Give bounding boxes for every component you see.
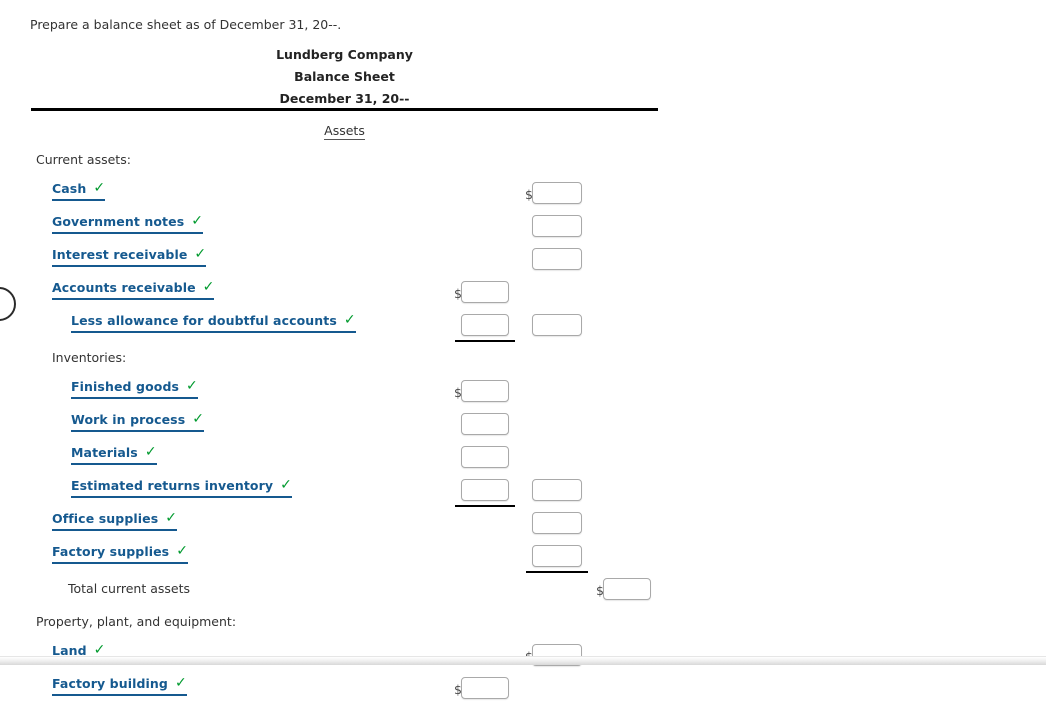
account-name-link[interactable]: Estimated returns inventory ✓ — [71, 478, 292, 498]
amount-input[interactable] — [532, 512, 582, 534]
account-name-link[interactable]: Interest receivable ✓ — [52, 245, 207, 267]
balance-sheet-row: Factory building ✓ $ — [0, 674, 1046, 707]
check-icon: ✓ — [192, 410, 204, 427]
subtotal-rule — [455, 340, 515, 342]
check-icon: ✓ — [93, 641, 106, 658]
check-icon: ✓ — [144, 443, 157, 460]
amount-input[interactable] — [603, 578, 651, 600]
amount-input[interactable] — [461, 314, 509, 336]
account-name-label: Factory supplies — [52, 544, 170, 559]
balance-sheet-row: Less allowance for doubtful accounts ✓ — [0, 311, 1046, 344]
account-name-label: Materials — [71, 445, 138, 460]
account-name-label: Less allowance for doubtful accounts — [71, 313, 337, 328]
amount-input[interactable] — [461, 446, 509, 468]
amount-input[interactable] — [532, 545, 582, 567]
account-name-label: Interest receivable — [52, 247, 188, 262]
balance-sheet-body: Current assets: Cash ✓ $ Government notes ✓ In… — [0, 0, 1046, 699]
check-icon: ✓ — [174, 674, 187, 691]
account-name-label: Work in process — [71, 412, 186, 427]
check-icon: ✓ — [176, 542, 188, 559]
check-icon: ✓ — [280, 476, 292, 493]
section-label: Total current assets — [68, 581, 191, 596]
account-name-label: Finished goods — [71, 379, 180, 394]
balance-sheet-row: Total current assets $ — [0, 575, 1046, 608]
account-name-link[interactable]: Factory supplies ✓ — [52, 544, 188, 564]
balance-sheet-row: Accounts receivable ✓ $ — [0, 278, 1046, 311]
check-icon: ✓ — [194, 245, 207, 262]
amount-input[interactable] — [461, 479, 509, 501]
amount-input[interactable] — [532, 248, 582, 270]
check-icon: ✓ — [343, 311, 356, 328]
balance-sheet-row: Estimated returns inventory ✓ — [0, 476, 1046, 509]
section-label: Current assets: — [36, 152, 131, 167]
account-name-link[interactable]: Finished goods ✓ — [71, 379, 198, 399]
check-icon: ✓ — [202, 278, 215, 295]
account-name-link[interactable]: Office supplies ✓ — [52, 511, 177, 531]
account-name-link[interactable]: Work in process ✓ — [71, 412, 204, 432]
account-name-label: Government notes — [52, 214, 185, 229]
amount-input[interactable] — [532, 215, 582, 237]
amount-input[interactable] — [461, 380, 509, 402]
balance-sheet-row: Government notes ✓ — [0, 212, 1046, 245]
account-name-link[interactable]: Factory building ✓ — [52, 676, 187, 696]
section-label: Inventories: — [52, 350, 127, 365]
amount-input[interactable] — [461, 413, 509, 435]
amount-input[interactable] — [461, 281, 509, 303]
account-name-link[interactable]: Materials ✓ — [71, 445, 157, 465]
subtotal-rule — [526, 571, 588, 573]
amount-input[interactable] — [532, 314, 582, 336]
balance-sheet-row: Factory supplies ✓ — [0, 542, 1046, 575]
amount-input[interactable] — [532, 182, 582, 204]
account-name-label: Factory building — [52, 676, 168, 691]
account-name-link[interactable]: Less allowance for doubtful accounts ✓ — [71, 313, 356, 333]
check-icon: ✓ — [165, 509, 177, 526]
balance-sheet-row: Finished goods ✓ $ — [0, 377, 1046, 410]
balance-sheet-row: Inventories: — [0, 344, 1046, 377]
balance-sheet-row: Work in process ✓ — [0, 410, 1046, 443]
account-name-label: Cash — [52, 181, 87, 196]
subtotal-rule — [455, 505, 515, 507]
amount-input[interactable] — [461, 677, 509, 699]
balance-sheet-row: Office supplies ✓ — [0, 509, 1046, 542]
section-label: Property, plant, and equipment: — [36, 614, 237, 629]
balance-sheet-row: Cash ✓ $ — [0, 179, 1046, 212]
check-icon: ✓ — [191, 212, 203, 229]
balance-sheet-row: Materials ✓ — [0, 443, 1046, 476]
account-name-label: Office supplies — [52, 511, 159, 526]
balance-sheet-row: Interest receivable ✓ — [0, 245, 1046, 278]
account-name-label: Accounts receivable — [52, 280, 196, 295]
account-name-link[interactable]: Cash ✓ — [52, 179, 106, 201]
account-name-link[interactable]: Government notes ✓ — [52, 214, 203, 234]
account-name-label: Estimated returns inventory — [71, 478, 274, 493]
balance-sheet-row: Property, plant, and equipment: — [0, 608, 1046, 641]
check-icon: ✓ — [186, 377, 198, 394]
balance-sheet-row: Current assets: — [0, 146, 1046, 179]
account-name-link[interactable]: Accounts receivable ✓ — [52, 278, 215, 300]
amount-input[interactable] — [532, 479, 582, 501]
check-icon: ✓ — [93, 179, 106, 196]
